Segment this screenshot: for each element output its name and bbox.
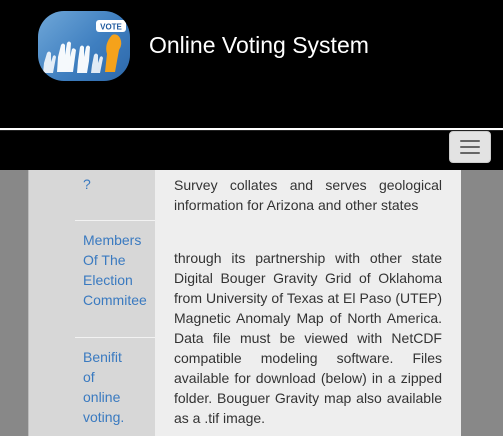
logo[interactable]: VOTE — [38, 11, 130, 81]
voting-hands-icon: VOTE — [43, 20, 126, 73]
sidebar-item-question[interactable]: ? — [83, 174, 113, 194]
info-paragraph-1: Survey collates and serves geological in… — [174, 177, 442, 213]
main-content: Survey collates and serves geological in… — [155, 170, 461, 436]
sidebar-divider — [75, 220, 155, 221]
content-area: ? Members Of The Election Commitee Benif… — [0, 170, 503, 436]
sidebar-item-election-commitee[interactable]: Members Of The Election Commitee — [83, 230, 155, 310]
info-paragraph-2: through its partnership with other state… — [174, 250, 442, 426]
navbar — [0, 130, 503, 171]
menu-bar — [460, 140, 480, 142]
menu-bar — [460, 146, 480, 148]
hamburger-menu-icon[interactable] — [449, 131, 491, 163]
sidebar-divider — [75, 337, 155, 338]
menu-bar — [460, 152, 480, 154]
content-wrapper: ? Members Of The Election Commitee Benif… — [28, 170, 461, 436]
logo-badge-text: VOTE — [100, 23, 122, 32]
site-title[interactable]: Online Voting System — [149, 31, 369, 59]
sidebar-item-benifit[interactable]: Benifit of online voting. — [83, 347, 135, 427]
sidebar: ? Members Of The Election Commitee Benif… — [29, 170, 155, 436]
site-header: VOTE Online Voting System — [0, 0, 503, 128]
